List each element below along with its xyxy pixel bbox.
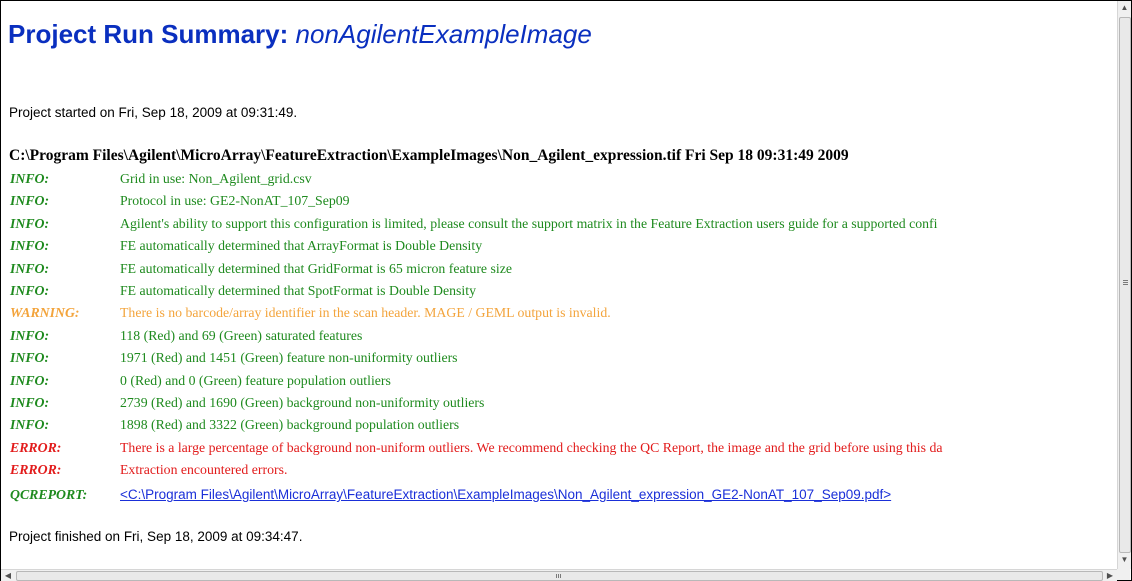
log-row-error: ERROR: Extraction encountered errors. (10, 462, 1118, 483)
log-row-info: INFO: 118 (Red) and 69 (Green) saturated … (10, 328, 1118, 349)
grip-line (560, 574, 561, 578)
log-row-info: INFO: Agilent's ability to support this c… (10, 216, 1118, 237)
log-message: Extraction encountered errors. (120, 462, 288, 477)
image-header: C:\Program Files\Agilent\MicroArray\Feat… (9, 147, 849, 164)
horizontal-scrollbar[interactable]: ◀ ▶ (1, 569, 1117, 581)
log-row-info: INFO: FE automatically determined that Ar… (10, 238, 1118, 259)
log-row-info: INFO: 1971 (Red) and 1451 (Green) feature… (10, 350, 1118, 371)
log-level: QCREPORT: (10, 487, 88, 502)
grip-line (558, 574, 559, 578)
qc-report-link[interactable]: <C:\Program Files\Agilent\MicroArray\Fea… (120, 487, 891, 502)
log-message: 118 (Red) and 69 (Green) saturated featu… (120, 328, 363, 343)
log-message: Agilent's ability to support this config… (120, 216, 938, 231)
project-name: nonAgilentExampleImage (295, 19, 592, 49)
grip-line (1123, 284, 1128, 285)
scroll-down-arrow-icon[interactable]: ▼ (1118, 553, 1131, 567)
log-message: 1898 (Red) and 3322 (Green) background p… (120, 417, 460, 432)
log-level: INFO: (10, 417, 50, 432)
log-level: INFO: (10, 193, 50, 208)
log-message: Grid in use: Non_Agilent_grid.csv (120, 171, 312, 186)
report-content: Project Run Summary: nonAgilentExampleIm… (1, 1, 1118, 569)
log-row-info: INFO: FE automatically determined that Gr… (10, 261, 1118, 282)
log-level: ERROR: (10, 462, 62, 477)
grip-line (1123, 280, 1128, 281)
log-message: 0 (Red) and 0 (Green) feature population… (120, 373, 391, 388)
log-level: INFO: (10, 373, 50, 388)
log-message: FE automatically determined that ArrayFo… (120, 238, 483, 253)
log-message: Protocol in use: GE2-NonAT_107_Sep09 (120, 193, 350, 208)
log-message: 2739 (Red) and 1690 (Green) background n… (120, 395, 485, 410)
log-level: INFO: (10, 328, 50, 343)
project-finished-text: Project finished on Fri, Sep 18, 2009 at… (9, 529, 303, 544)
log-message: FE automatically determined that SpotFor… (120, 283, 476, 298)
vertical-scroll-thumb[interactable] (1119, 17, 1131, 553)
log-row-info: INFO: 1898 (Red) and 3322 (Green) backgro… (10, 417, 1118, 438)
grip-line (1123, 282, 1128, 283)
log-message: There is a large percentage of backgroun… (120, 440, 943, 455)
log-row-warning: WARNING: There is no barcode/array identi… (10, 305, 1118, 326)
horizontal-scroll-thumb[interactable] (16, 571, 1103, 581)
log-message: 1971 (Red) and 1451 (Green) feature non-… (120, 350, 458, 365)
log-level: INFO: (10, 350, 50, 365)
log-row-info: INFO: Protocol in use: GE2-NonAT_107_Sep0… (10, 193, 1118, 214)
log-level: ERROR: (10, 440, 62, 455)
scroll-left-arrow-icon[interactable]: ◀ (1, 570, 15, 581)
scrollbar-corner (1117, 569, 1130, 580)
log-row-info: INFO: FE automatically determined that Sp… (10, 283, 1118, 304)
page-title: Project Run Summary: nonAgilentExampleIm… (8, 19, 592, 50)
log-level: INFO: (10, 395, 50, 410)
vertical-scrollbar[interactable]: ▲ ▼ (1117, 1, 1131, 569)
log-level: INFO: (10, 238, 50, 253)
grip-line (556, 574, 557, 578)
title-prefix: Project Run Summary: (8, 19, 289, 49)
log-level: WARNING: (10, 305, 80, 320)
scroll-right-arrow-icon[interactable]: ▶ (1103, 570, 1117, 581)
log-message: FE automatically determined that GridFor… (120, 261, 512, 276)
log-message: There is no barcode/array identifier in … (120, 305, 611, 320)
log-row-qcreport: QCREPORT: <C:\Program Files\Agilent\Micr… (10, 487, 1118, 508)
log-level: INFO: (10, 283, 50, 298)
project-started-text: Project started on Fri, Sep 18, 2009 at … (9, 105, 298, 120)
scroll-up-arrow-icon[interactable]: ▲ (1118, 1, 1131, 15)
log-level: INFO: (10, 261, 50, 276)
log-row-info: INFO: 2739 (Red) and 1690 (Green) backgro… (10, 395, 1118, 416)
log-row-info: INFO: 0 (Red) and 0 (Green) feature popul… (10, 373, 1118, 394)
log-row-info: INFO: Grid in use: Non_Agilent_grid.csv (10, 171, 1118, 192)
log-level: INFO: (10, 216, 50, 231)
log-level: INFO: (10, 171, 50, 186)
log-row-error: ERROR: There is a large percentage of bac… (10, 440, 1118, 461)
